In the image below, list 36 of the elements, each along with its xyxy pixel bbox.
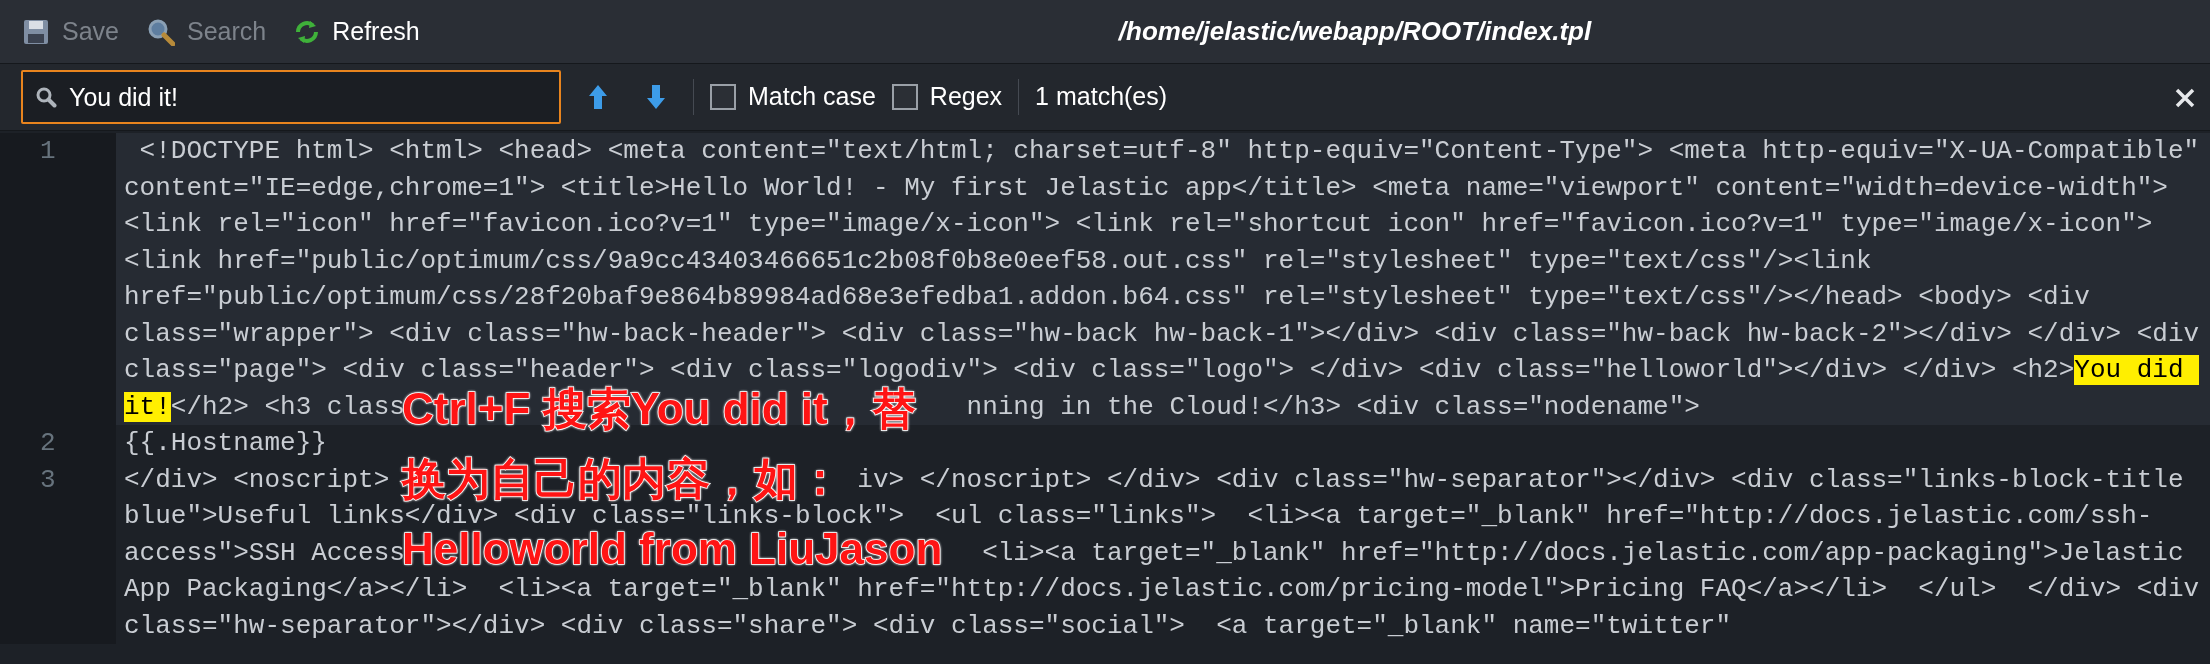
code-text: class="page"> <div class="header"> <div class="logodiv"> <div class="logo"> </div> <div class="helloworld"></div> </div> <h2> [124,355,2075,385]
checkbox[interactable] [891,84,918,110]
toolbar-button[interactable]: Refresh [280,0,434,63]
down-arrow-icon [645,83,667,111]
code-text: <link rel="icon" href="favicon.ico?v=1" type="image/x-icon"> <link rel="shortcut icon" href="favicon.ico?v=1" type="image/x-icon"> [124,209,2153,239]
magnifier-icon [147,17,175,46]
code-text: access">SSH Access [124,537,405,568]
checkbox-label[interactable]: Regex [929,78,1003,116]
search-match: it! [124,391,171,422]
up-arrow-icon [587,83,609,111]
search-icon [35,86,57,108]
code-text: <!DOCTYPE html> <html> <head> <meta content="text/html; charset=utf-8" http-equiv="Content-Type"> <meta http-equiv="X-UA-Compatible" [138,136,2200,166]
refresh-icon [294,18,321,45]
code-text: {{.Hostname}} [124,428,327,458]
close-icon [2174,86,2196,109]
checkbox-label[interactable]: Match case [748,78,876,116]
code-text: content="IE=edge,chrome=1"> <title>Hello World! - My first Jelastic app</title> <meta name="viewport" content="width=device-width"> [124,172,2168,203]
line-number: 1 [40,136,56,166]
annotation-text: 换为自己的内容，如： [402,455,842,503]
annotation-text: Ctrl+F 搜索You did it，替 [402,385,916,433]
line-number: 2 [40,428,56,458]
find-field[interactable]: You did it! [21,70,561,124]
code-text: </div> <noscript> [124,464,390,495]
file-path: /home/jelastic/webapp/ROOT/index.tpl [1117,16,1592,46]
code-text: iv> </noscript> </div> <div class="hw-separator"></div> <div class="links-block-title [857,464,2184,495]
checkbox[interactable] [710,84,736,110]
code-text: class="hw-separator"></div> <div class="share"> <div class="social"> <a target="_blank" name="twitter" [124,610,1732,641]
code-text: nning in the Cloud!</h3> <div class="nodename"> [966,391,1700,422]
match-count: 1 match(es) [1035,81,1168,113]
line-number: 3 [40,464,56,495]
code-text: class="wrapper"> <div class="hw-back-header"> <div class="hw-back hw-back-1"></div> <div class="hw-back hw-back-2"></div> </div> <div [124,318,2200,349]
code-text: <li><a target="_blank" href="http://docs.jelastic.com/app-packaging">Jelastic [982,537,2184,568]
code-text: App Packaging</a></li> <li><a target="_blank" href="http://docs.jelastic.com/pricing-model">Pricing FAQ</a></li> </ul> </div> <div [124,574,2200,604]
search-match: You did [2074,355,2200,385]
code-text: <link href="public/optimum/css/9a9cc43403466651c2b08f0b8e0eef58.out.css" rel="stylesheet" type="text/css"/><link [124,245,1872,276]
code-text: href="public/optimum/css/28f20baf9e864b89984ad68e3efedba1.addon.b64.css" rel="stylesheet" type="text/css"/></head> <body> <div [124,282,2090,312]
